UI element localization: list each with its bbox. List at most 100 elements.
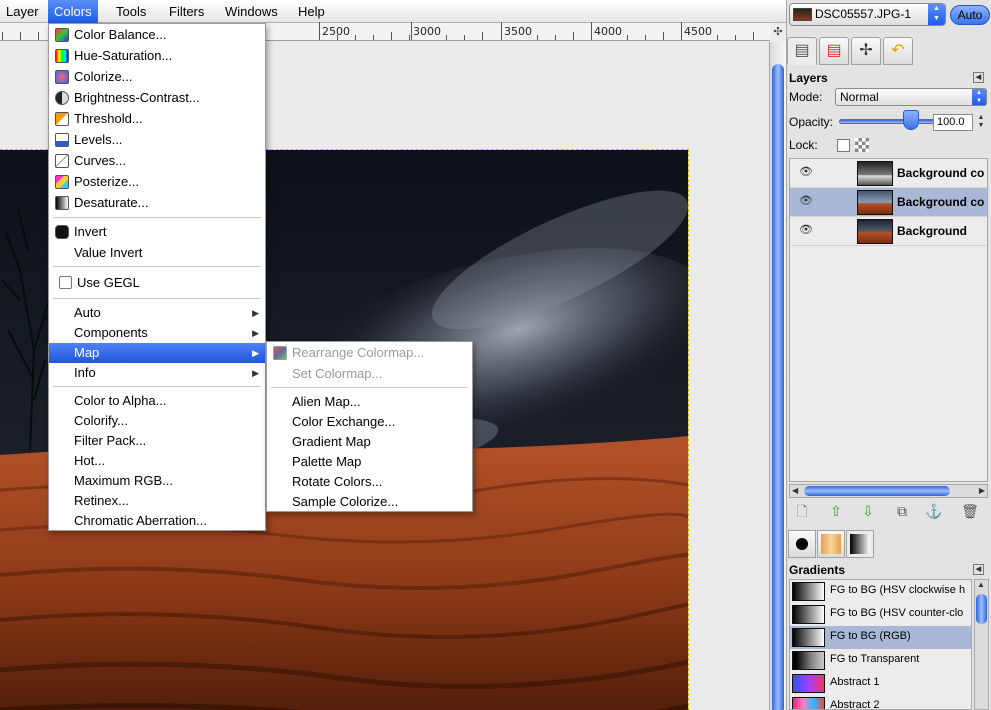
menu-item-label: Rearrange Colormap...	[292, 345, 425, 360]
menu-item-rotate-colors[interactable]: Rotate Colors...	[267, 472, 472, 492]
tab-undo-history[interactable]: ↶	[883, 37, 913, 65]
layer-row[interactable]: 👁 Background	[790, 217, 987, 246]
menu-item-sample-colorize[interactable]: Sample Colorize...	[267, 492, 472, 512]
scroll-left-icon[interactable]: ◀	[792, 485, 798, 497]
menu-item-auto[interactable]: Auto ▶	[49, 303, 265, 323]
menu-item-label: Brightness-Contrast...	[74, 90, 200, 105]
scroll-up-icon[interactable]: ▲	[977, 580, 985, 590]
gradients-scrollbar[interactable]: ▲	[974, 579, 989, 710]
tab-gradients[interactable]	[846, 530, 874, 558]
eye-icon[interactable]: 👁	[799, 196, 813, 207]
ruler-tick	[645, 35, 646, 40]
menu-item-maximum-rgb[interactable]: Maximum RGB...	[49, 471, 265, 491]
tab-patterns[interactable]	[817, 530, 845, 558]
menu-item-threshold[interactable]: Threshold...	[49, 109, 265, 129]
menu-item-palette-map[interactable]: Palette Map	[267, 452, 472, 472]
layers-horizontal-scrollbar[interactable]: ◀ ▶	[789, 484, 988, 498]
menu-item-color-exchange[interactable]: Color Exchange...	[267, 412, 472, 432]
undo-icon: ↶	[891, 42, 905, 59]
mode-select[interactable]: Normal ▲ ▼	[835, 88, 987, 106]
new-layer-icon[interactable]: 🗋	[793, 502, 811, 520]
ruler-tick	[555, 35, 556, 40]
tab-paths[interactable]: ✢	[851, 37, 881, 65]
menu-item-hot[interactable]: Hot...	[49, 451, 265, 471]
eye-icon[interactable]: 👁	[799, 167, 813, 178]
auto-button[interactable]: Auto	[950, 5, 990, 25]
ruler-tick	[735, 35, 736, 40]
layers-list: 👁 Background co 👁 Background co 👁 Backgr…	[789, 158, 988, 482]
panel-menu-icon[interactable]: ◀	[973, 564, 984, 575]
menu-item-filter-pack[interactable]: Filter Pack...	[49, 431, 265, 451]
brush-icon	[796, 538, 808, 550]
menu-item-color-balance[interactable]: Color Balance...	[49, 25, 265, 45]
menu-item-desaturate[interactable]: Desaturate...	[49, 193, 265, 213]
layer-row[interactable]: 👁 Background co	[790, 188, 987, 217]
menu-item-components[interactable]: Components ▶	[49, 323, 265, 343]
menu-item-chromatic-aberration[interactable]: Chromatic Aberration...	[49, 511, 265, 531]
menu-item-colorify[interactable]: Colorify...	[49, 411, 265, 431]
ruler-tick	[573, 32, 574, 40]
gradient-row[interactable]: Abstract 2	[790, 695, 971, 709]
menu-item-brightness-contrast[interactable]: Brightness-Contrast...	[49, 88, 265, 108]
gradients-scrollbar-thumb[interactable]	[976, 594, 987, 624]
menu-layer[interactable]: Layer	[0, 0, 45, 23]
menu-item-value-invert[interactable]: Value Invert	[49, 243, 265, 263]
menu-item-label: Hue-Saturation...	[74, 48, 173, 63]
menu-colors[interactable]: Colors	[48, 0, 98, 23]
gradient-row[interactable]: FG to Transparent	[790, 649, 971, 672]
scroll-right-icon[interactable]: ▶	[979, 485, 985, 497]
layers-scrollbar-thumb[interactable]	[804, 486, 950, 496]
menu-tools[interactable]: Tools	[110, 0, 152, 23]
tab-layers[interactable]: ▤	[787, 37, 817, 65]
menu-item-alien-map[interactable]: Alien Map...	[267, 392, 472, 412]
menu-item-posterize[interactable]: Posterize...	[49, 172, 265, 192]
menu-item-curves[interactable]: Curves...	[49, 151, 265, 171]
gradient-row[interactable]: FG to BG (RGB)	[790, 626, 971, 649]
menu-help[interactable]: Help	[292, 0, 331, 23]
layer-row[interactable]: 👁 Background co	[790, 159, 987, 188]
anchor-layer-icon[interactable]: ⚓	[925, 502, 943, 520]
brightness-contrast-icon	[55, 91, 69, 105]
menu-item-retinex[interactable]: Retinex...	[49, 491, 265, 511]
vertical-scrollbar[interactable]	[769, 42, 786, 710]
navigate-icon[interactable]: ✣	[770, 23, 786, 41]
menu-item-hue-saturation[interactable]: Hue-Saturation...	[49, 46, 265, 66]
vertical-scrollbar-thumb[interactable]	[772, 64, 784, 710]
menu-item-map[interactable]: Map ▶	[49, 343, 265, 363]
eye-icon[interactable]: 👁	[799, 225, 813, 236]
menu-item-label: Colorify...	[74, 413, 128, 428]
delete-layer-icon[interactable]: 🗑	[961, 502, 979, 520]
duplicate-layer-icon[interactable]: ⧉	[893, 502, 911, 520]
gradient-row[interactable]: Abstract 1	[790, 672, 971, 695]
checkerboard-icon	[855, 138, 869, 152]
menu-item-info[interactable]: Info ▶	[49, 363, 265, 383]
gradient-row[interactable]: FG to BG (HSV counter-clo	[790, 603, 971, 626]
ruler-tick	[20, 32, 21, 40]
use-gegl-checkbox[interactable]	[59, 276, 72, 289]
menu-filters[interactable]: Filters	[163, 0, 210, 23]
tab-channels[interactable]: ▤	[819, 37, 849, 65]
menu-item-use-gegl[interactable]: Use GEGL	[49, 273, 265, 293]
menu-item-color-to-alpha[interactable]: Color to Alpha...	[49, 391, 265, 411]
menu-item-colorize[interactable]: Colorize...	[49, 67, 265, 87]
threshold-icon	[55, 112, 69, 126]
layer-name: Background co	[897, 195, 985, 209]
menu-item-levels[interactable]: Levels...	[49, 130, 265, 150]
image-selector[interactable]: DSC05557.JPG-1 ▲ ▼	[789, 3, 946, 26]
gradient-swatch	[792, 605, 825, 624]
menu-item-label: Info	[74, 365, 96, 380]
gradient-row[interactable]: FG to BG (HSV clockwise h	[790, 580, 971, 603]
opacity-spin-icon[interactable]: ▲ ▼	[975, 114, 987, 131]
menu-item-invert[interactable]: Invert	[49, 222, 265, 242]
lower-layer-icon[interactable]: ⇩	[859, 502, 877, 520]
panel-menu-icon[interactable]: ◀	[973, 72, 984, 83]
menu-item-label: Filter Pack...	[74, 433, 147, 448]
raise-layer-icon[interactable]: ⇧	[827, 502, 845, 520]
opacity-input[interactable]: 100.0	[933, 114, 973, 131]
lock-alpha-checkbox[interactable]	[837, 139, 850, 152]
tab-brushes[interactable]	[788, 530, 816, 558]
menu-windows[interactable]: Windows	[219, 0, 284, 23]
layer-name: Background	[897, 224, 968, 238]
opacity-slider-handle[interactable]	[903, 110, 919, 130]
menu-item-gradient-map[interactable]: Gradient Map	[267, 432, 472, 452]
